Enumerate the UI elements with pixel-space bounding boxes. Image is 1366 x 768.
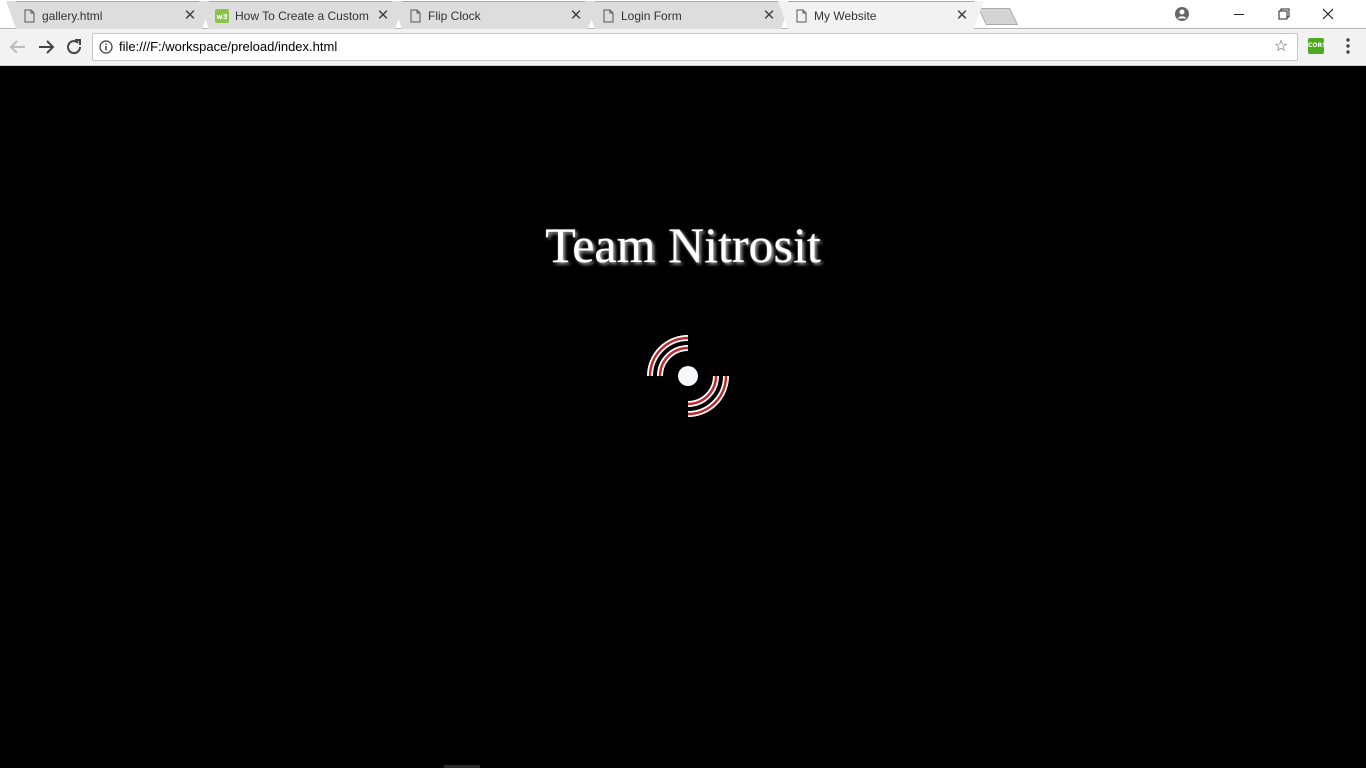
tab-title: Flip Clock xyxy=(428,9,481,23)
close-icon[interactable]: ✕ xyxy=(568,8,584,24)
tab-title: My Website xyxy=(814,9,877,23)
page-icon xyxy=(603,9,614,23)
close-icon[interactable]: ✕ xyxy=(182,8,198,24)
browser-toolbar: file:///F:/workspace/preload/index.html … xyxy=(0,29,1366,66)
browser-window: gallery.html ✕ w3 How To Create a Custom… xyxy=(0,0,1366,768)
tab-login-form[interactable]: Login Form ✕ xyxy=(585,1,791,29)
info-icon[interactable] xyxy=(99,40,113,54)
window-controls xyxy=(1171,0,1366,29)
tab-strip: gallery.html ✕ w3 How To Create a Custom… xyxy=(0,0,1366,29)
tab-how-to-create[interactable]: w3 How To Create a Custom ✕ xyxy=(199,1,405,29)
w3-logo-icon: w3 xyxy=(215,9,229,23)
url-text[interactable]: file:///F:/workspace/preload/index.html xyxy=(119,38,337,56)
menu-dots-icon[interactable] xyxy=(1338,36,1358,56)
tab-gallery[interactable]: gallery.html ✕ xyxy=(6,1,212,29)
new-tab-button[interactable] xyxy=(978,8,1018,25)
close-icon[interactable]: ✕ xyxy=(954,8,970,24)
restore-icon[interactable] xyxy=(1261,0,1306,29)
close-window-icon[interactable] xyxy=(1306,0,1351,29)
svg-text:w3: w3 xyxy=(216,13,227,21)
star-icon[interactable]: ☆ xyxy=(1271,37,1291,57)
tab-title: gallery.html xyxy=(42,9,103,23)
minimize-icon[interactable] xyxy=(1216,0,1261,29)
reload-icon[interactable] xyxy=(62,35,86,59)
back-arrow-icon[interactable] xyxy=(6,35,30,59)
close-icon[interactable]: ✕ xyxy=(375,8,391,24)
page-icon xyxy=(24,9,35,23)
close-icon[interactable]: ✕ xyxy=(761,8,777,24)
tab-title: How To Create a Custom xyxy=(235,9,369,23)
forward-arrow-icon[interactable] xyxy=(34,35,58,59)
page-heading: Team Nitrosit xyxy=(545,217,821,273)
tab-title: Login Form xyxy=(621,9,682,23)
page-icon xyxy=(796,9,807,23)
tab-my-website[interactable]: My Website ✕ xyxy=(778,1,984,29)
spinner-loader-icon xyxy=(647,335,729,417)
page-icon xyxy=(410,9,421,23)
tab-flip-clock[interactable]: Flip Clock ✕ xyxy=(392,1,598,29)
profile-icon[interactable] xyxy=(1171,6,1193,22)
address-bar[interactable]: file:///F:/workspace/preload/index.html … xyxy=(92,33,1298,61)
page-viewport: Team Nitrosit xyxy=(0,66,1366,768)
cors-extension-icon[interactable]: CORS xyxy=(1308,38,1326,54)
